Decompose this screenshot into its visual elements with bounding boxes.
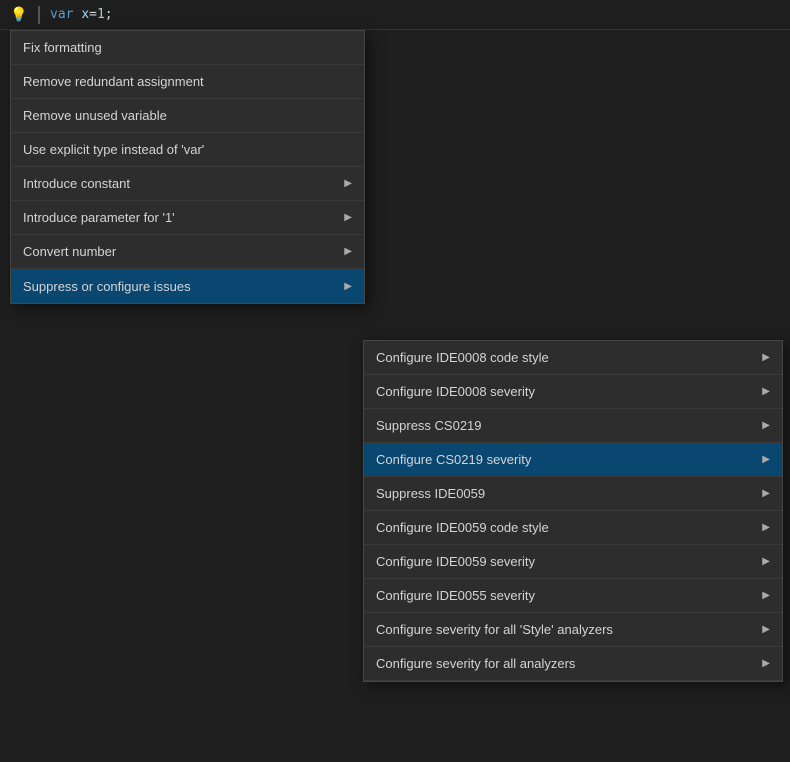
sub-arrow-icon-configure-cs0219-severity: ▶	[762, 454, 770, 465]
sub-arrow-icon-configure-ide0059-style: ▶	[762, 522, 770, 533]
sub-menu-item-label-configure-ide0008-severity: Configure IDE0008 severity	[376, 384, 754, 399]
sub-menu-item-suppress-ide0059[interactable]: Suppress IDE0059 ▶	[364, 477, 782, 511]
editor-top-bar: 💡 var x=1;	[0, 0, 790, 30]
lightbulb-icon[interactable]: 💡	[8, 4, 30, 26]
sub-menu-item-configure-ide0008-severity[interactable]: Configure IDE0008 severity ▶	[364, 375, 782, 409]
sub-menu-item-label-configure-ide0059-severity: Configure IDE0059 severity	[376, 554, 754, 569]
sub-menu-item-configure-cs0219-severity[interactable]: Configure CS0219 severity ▶	[364, 443, 782, 477]
sub-menu-item-label-configure-all-analyzers: Configure severity for all analyzers	[376, 656, 754, 671]
sub-menu-item-suppress-cs0219[interactable]: Suppress CS0219 ▶	[364, 409, 782, 443]
menu-item-label-introduce-constant: Introduce constant	[23, 176, 336, 191]
menu-item-label-remove-redundant: Remove redundant assignment	[23, 74, 352, 89]
sub-arrow-icon-suppress-ide0059: ▶	[762, 488, 770, 499]
main-context-menu: Fix formatting Remove redundant assignmen…	[10, 30, 365, 304]
arrow-icon-introduce-constant: ▶	[344, 178, 352, 189]
sub-menu-item-label-suppress-ide0059: Suppress IDE0059	[376, 486, 754, 501]
sub-arrow-icon-configure-ide0008-severity: ▶	[762, 386, 770, 397]
menu-item-introduce-parameter[interactable]: Introduce parameter for '1' ▶	[11, 201, 364, 235]
sub-menu-item-configure-style-analyzers[interactable]: Configure severity for all 'Style' analy…	[364, 613, 782, 647]
menu-item-label-remove-unused: Remove unused variable	[23, 108, 352, 123]
sub-context-menu: Configure IDE0008 code style▶Configure I…	[363, 340, 783, 682]
sub-arrow-icon-suppress-cs0219: ▶	[762, 420, 770, 431]
menu-item-label-use-explicit: Use explicit type instead of 'var'	[23, 142, 352, 157]
sub-menu-item-configure-ide0008-style[interactable]: Configure IDE0008 code style ▶	[364, 341, 782, 375]
arrow-icon-suppress-configure: ▶	[344, 281, 352, 292]
sub-arrow-icon-configure-style-analyzers: ▶	[762, 624, 770, 635]
code-line: var x=1;	[50, 7, 113, 22]
sub-arrow-icon-configure-ide0055-severity: ▶	[762, 590, 770, 601]
arrow-icon-convert-number: ▶	[344, 246, 352, 257]
menu-item-label-introduce-parameter: Introduce parameter for '1'	[23, 210, 336, 225]
menu-item-use-explicit[interactable]: Use explicit type instead of 'var'	[11, 133, 364, 167]
menu-item-label-fix-formatting: Fix formatting	[23, 40, 352, 55]
menu-item-remove-redundant[interactable]: Remove redundant assignment	[11, 65, 364, 99]
arrow-icon-introduce-parameter: ▶	[344, 212, 352, 223]
sub-menu-item-configure-all-analyzers[interactable]: Configure severity for all analyzers ▶	[364, 647, 782, 681]
sub-menu-item-configure-ide0059-severity[interactable]: Configure IDE0059 severity ▶	[364, 545, 782, 579]
menu-item-label-convert-number: Convert number	[23, 244, 336, 259]
editor-area: 💡 var x=1; Fix formatting Remove redundan…	[0, 0, 790, 762]
sub-menu-item-label-configure-style-analyzers: Configure severity for all 'Style' analy…	[376, 622, 754, 637]
sub-menu-item-label-configure-cs0219-severity: Configure CS0219 severity	[376, 452, 754, 467]
menu-item-remove-unused[interactable]: Remove unused variable	[11, 99, 364, 133]
sub-menu-item-configure-ide0059-style[interactable]: Configure IDE0059 code style ▶	[364, 511, 782, 545]
sub-menu-item-configure-ide0055-severity[interactable]: Configure IDE0055 severity ▶	[364, 579, 782, 613]
menu-item-fix-formatting[interactable]: Fix formatting	[11, 31, 364, 65]
menu-item-suppress-configure[interactable]: Suppress or configure issues ▶	[11, 269, 364, 303]
sub-menu-item-label-configure-ide0059-style: Configure IDE0059 code style	[376, 520, 754, 535]
separator	[38, 6, 40, 24]
sub-arrow-icon-configure-ide0008-style: ▶	[762, 352, 770, 363]
menu-item-introduce-constant[interactable]: Introduce constant ▶	[11, 167, 364, 201]
sub-menu-item-label-configure-ide0055-severity: Configure IDE0055 severity	[376, 588, 754, 603]
sub-menu-item-label-configure-ide0008-style: Configure IDE0008 code style	[376, 350, 754, 365]
sub-arrow-icon-configure-all-analyzers: ▶	[762, 658, 770, 669]
menu-item-convert-number[interactable]: Convert number ▶	[11, 235, 364, 269]
menu-item-label-suppress-configure: Suppress or configure issues	[23, 279, 336, 294]
sub-menu-item-label-suppress-cs0219: Suppress CS0219	[376, 418, 754, 433]
sub-arrow-icon-configure-ide0059-severity: ▶	[762, 556, 770, 567]
